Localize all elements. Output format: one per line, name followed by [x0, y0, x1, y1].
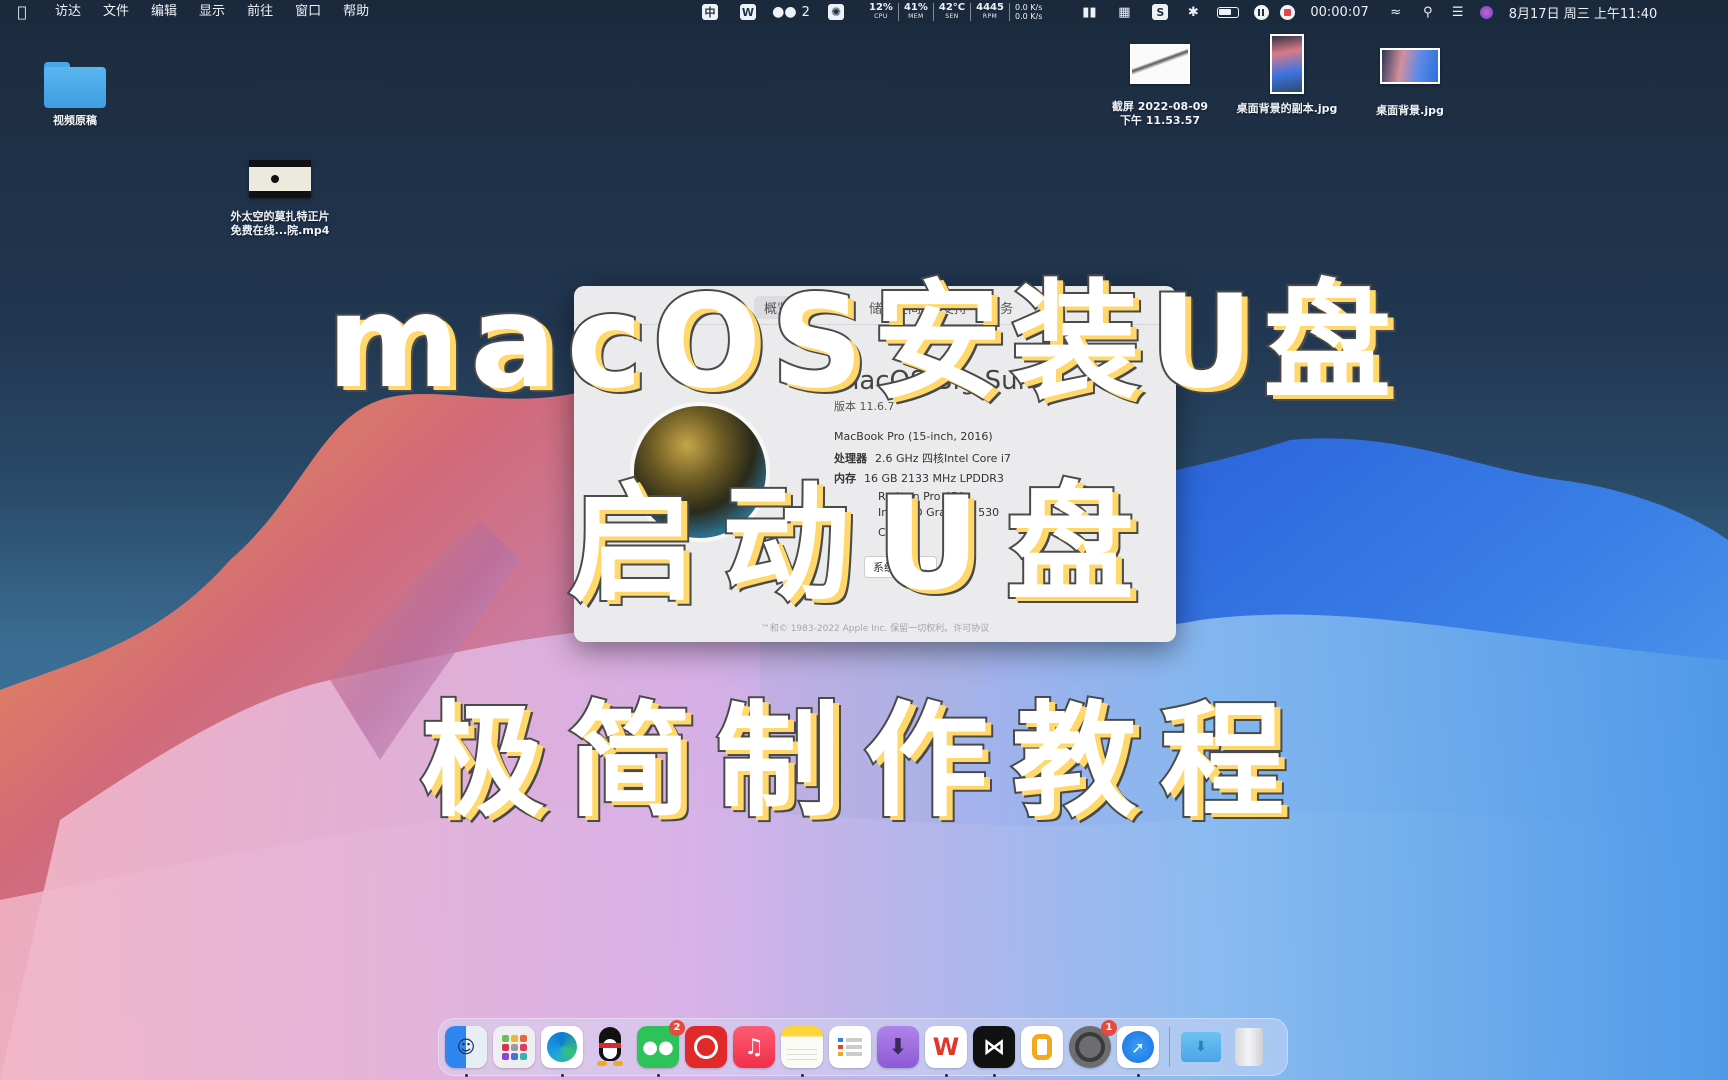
wps-icon: W [932, 1033, 960, 1061]
desktop-folder[interactable]: 视频原稿 [30, 54, 120, 128]
recording-timer: 00:00:07 [1310, 4, 1369, 20]
video-thumbnail-icon [249, 160, 311, 198]
title-line-3: 极简制作教程 [418, 688, 1308, 836]
siri-icon[interactable] [1473, 0, 1501, 24]
folder-icon [44, 62, 106, 108]
dock-downloads-folder[interactable]: ⬇ [1180, 1026, 1222, 1068]
screenshot-thumbnail-icon [1130, 44, 1190, 84]
system-stats[interactable]: 12% CPU 41% MEM 42°C SEN 4445 RPM 0.0 K/s 0.… [856, 0, 1042, 24]
bookmark-icon[interactable]: ▮▮ [1072, 0, 1106, 24]
title-line-2: 启动U盘 [566, 468, 1160, 621]
image-thumbnail-icon [1270, 34, 1304, 94]
stop-recording-button[interactable] [1274, 0, 1300, 24]
brightness-icon[interactable]: ✺ [816, 0, 856, 24]
dock: ☺ ●● 2 ♫ ⬇ W ⋈ 1 ➚ ⬇ [438, 1018, 1288, 1077]
battery-icon[interactable] [1208, 0, 1248, 24]
cpu-stat: 12% CPU [864, 3, 899, 21]
pause-recording-button[interactable] [1248, 0, 1274, 24]
dock-qq[interactable] [589, 1026, 631, 1068]
mem-stat: 41% MEM [899, 3, 934, 21]
wechat-tray[interactable]: ●● 2 [766, 0, 816, 24]
dock-capcut[interactable]: ⋈ [973, 1026, 1015, 1077]
menu-help[interactable]: 帮助 [332, 0, 380, 24]
menu-file[interactable]: 文件 [92, 0, 140, 24]
menu-view[interactable]: 显示 [188, 0, 236, 24]
image-thumbnail-icon [1380, 48, 1440, 84]
notes-icon [787, 1045, 817, 1061]
desktop-image-copy-file[interactable]: 桌面背景的副本.jpg [1222, 34, 1352, 116]
system-preferences-icon [1075, 1032, 1105, 1062]
qq-penguin-icon [595, 1027, 625, 1067]
input-method-icon[interactable]: 中 [690, 0, 730, 24]
sensor-stat: 42°C SEN [934, 3, 972, 21]
dock-office[interactable] [1021, 1026, 1063, 1068]
spotlight-search-icon[interactable]: ⚲ [1413, 0, 1443, 24]
menu-go[interactable]: 前往 [236, 0, 284, 24]
dock-downloader[interactable]: ⬇ [877, 1026, 919, 1068]
capcut-icon: ⋈ [983, 1034, 1005, 1060]
finder-icon: ☺ [456, 1036, 476, 1058]
wechat-count: 2 [801, 4, 810, 20]
wechat-icon: ●● [772, 4, 797, 20]
launchpad-icon [501, 1034, 527, 1060]
downloader-icon: ⬇ [888, 1034, 908, 1060]
system-preferences-badge: 1 [1101, 1020, 1117, 1036]
wechat-badge: 2 [669, 1020, 685, 1036]
wechat-icon: ●● [642, 1036, 674, 1058]
dock-notes[interactable] [781, 1026, 823, 1077]
dock-netease-music[interactable] [685, 1026, 727, 1068]
trash-icon [1235, 1028, 1263, 1066]
netease-music-icon [694, 1035, 718, 1059]
dock-separator [1169, 1027, 1170, 1067]
control-center-icon[interactable]: ☰ [1443, 0, 1473, 24]
menu-bar:  访达 文件 编辑 显示 前往 窗口 帮助 中 W ●● 2 ✺ 12%CPU… [0, 0, 1728, 24]
dock-trash[interactable] [1228, 1026, 1270, 1068]
layout-icon[interactable]: ▦ [1106, 0, 1142, 24]
downloads-folder-icon: ⬇ [1181, 1032, 1221, 1062]
wifi-icon[interactable]: ≈ [1379, 0, 1413, 24]
office-hex-icon [1032, 1034, 1052, 1060]
dock-safari[interactable]: ➚ [1117, 1026, 1159, 1077]
wps-tray-icon[interactable]: W [730, 0, 766, 24]
desktop-video-file[interactable]: 外太空的莫扎特正片 免费在线...院.mp4 [210, 160, 350, 238]
desktop-screenshot-file[interactable]: 截屏 2022-08-09 下午 11.53.57 [1100, 44, 1220, 128]
safari-icon: ➚ [1122, 1031, 1154, 1063]
dock-wps[interactable]: W [925, 1026, 967, 1077]
menu-edit[interactable]: 编辑 [140, 0, 188, 24]
dock-reminders[interactable] [829, 1026, 871, 1068]
title-line-1: macOS安装U盘 [325, 266, 1402, 419]
edge-icon [547, 1032, 577, 1062]
dock-system-preferences[interactable]: 1 [1069, 1020, 1117, 1068]
s-app-icon[interactable]: S [1142, 0, 1178, 24]
reminders-icon [838, 1038, 862, 1056]
desktop-image-file[interactable]: 桌面背景.jpg [1350, 48, 1470, 118]
dock-finder[interactable]: ☺ [445, 1026, 487, 1077]
dock-launchpad[interactable] [493, 1026, 535, 1068]
music-icon: ♫ [744, 1034, 764, 1060]
network-stat: 0.0 K/s 0.0 K/s [1014, 3, 1043, 21]
menu-finder[interactable]: 访达 [44, 0, 92, 24]
apple-logo-icon[interactable]:  [0, 3, 44, 21]
menu-clock[interactable]: 8月17日 周三 上午11:40 [1501, 0, 1658, 24]
bluetooth-icon[interactable]: ✱ [1178, 0, 1208, 24]
dock-music[interactable]: ♫ [733, 1026, 775, 1068]
fan-stat: 4445 RPM [971, 3, 1010, 21]
dock-wechat[interactable]: ●● 2 [637, 1020, 685, 1077]
menu-window[interactable]: 窗口 [284, 0, 332, 24]
dock-edge[interactable] [541, 1026, 583, 1077]
